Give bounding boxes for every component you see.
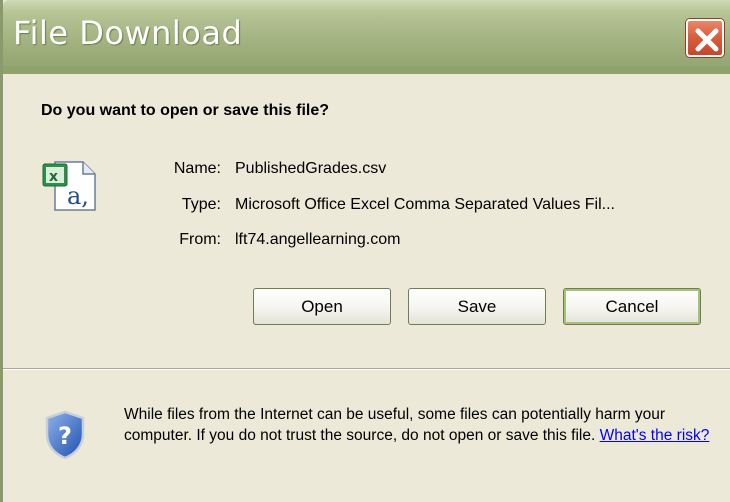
warning-text: While files from the Internet can be use… [124, 406, 666, 444]
file-source-value: lft74.angellearning.com [235, 231, 401, 248]
svg-text:?: ? [58, 422, 72, 450]
name-label: Name: [173, 160, 221, 177]
cancel-button[interactable]: Cancel [563, 288, 701, 325]
file-download-dialog: File Download Do you want to open or sav… [0, 0, 730, 502]
security-warning: While files from the Internet can be use… [124, 404, 714, 446]
type-label: Type: [181, 196, 221, 213]
security-shield-question-icon: ? [43, 410, 87, 460]
whats-the-risk-link[interactable]: What's the risk? [600, 427, 710, 444]
title-bar[interactable]: File Download [3, 0, 730, 66]
file-name-value: PublishedGrades.csv [235, 160, 387, 177]
close-icon [695, 28, 719, 52]
save-button[interactable]: Save [408, 288, 546, 325]
file-type-value: Microsoft Office Excel Comma Separated V… [235, 196, 615, 213]
excel-csv-file-icon: x a, [41, 158, 101, 214]
dialog-title: File Download [13, 14, 243, 52]
open-button[interactable]: Open [253, 288, 391, 325]
svg-text:a,: a, [67, 182, 89, 210]
from-label: From: [179, 231, 221, 248]
close-button[interactable] [686, 19, 724, 57]
svg-text:x: x [49, 169, 58, 185]
title-bar-border [3, 66, 730, 74]
dialog-question: Do you want to open or save this file? [41, 102, 330, 119]
